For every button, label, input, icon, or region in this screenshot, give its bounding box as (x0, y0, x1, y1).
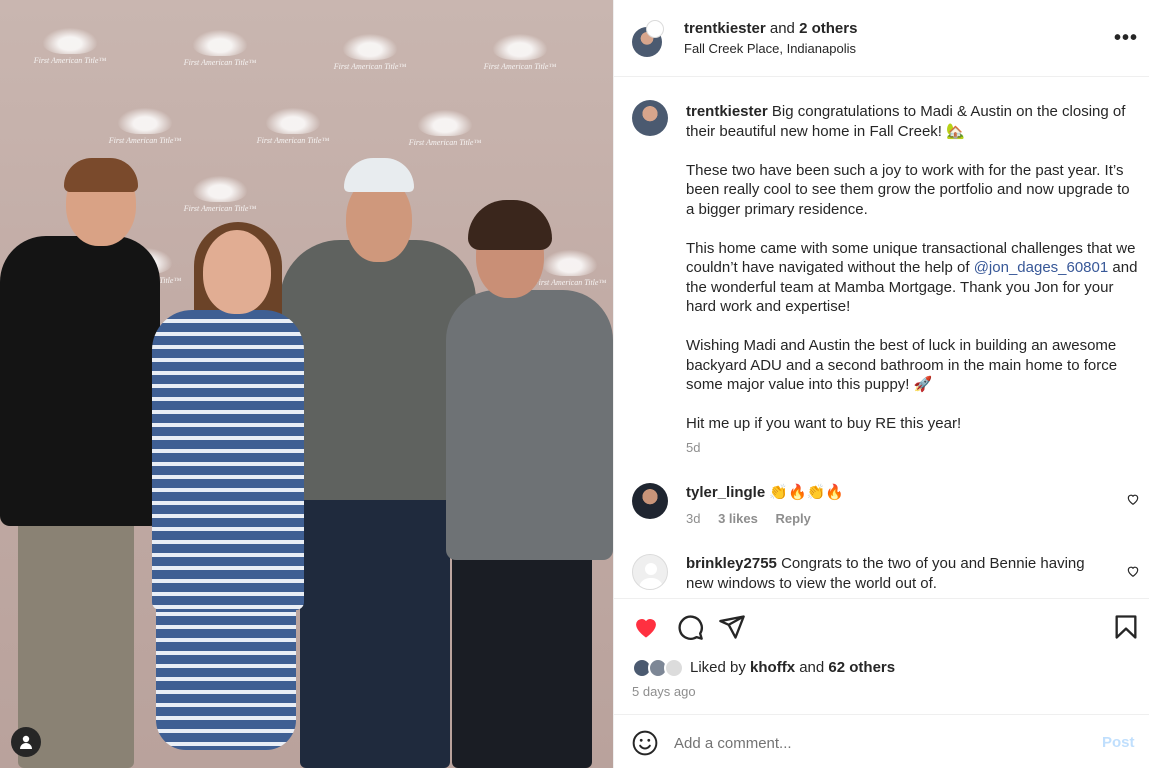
liked-by-prefix: Liked by (690, 659, 746, 676)
commenter-avatar[interactable] (632, 483, 668, 519)
caption-paragraph: Wishing Madi and Austin the best of luck… (686, 337, 1118, 393)
caption-username[interactable]: trentkiester (686, 103, 768, 120)
backdrop-logo: First American Title™ (25, 28, 115, 65)
backdrop-logo: First American Title™ (475, 34, 565, 71)
backdrop-logo: First American Title™ (175, 176, 265, 213)
location-link[interactable]: Fall Creek Place, Indianapolis (684, 41, 856, 56)
like-comment-icon[interactable] (1126, 492, 1140, 506)
post-photo[interactable]: First American Title™ First American Tit… (0, 0, 613, 768)
liker-username[interactable]: khoffx (750, 659, 795, 676)
coauthors-conjunction: and (769, 20, 795, 37)
user-tag-icon[interactable] (11, 727, 41, 757)
post-caption: trentkiester Big congratulations to Madi… (686, 102, 1140, 453)
backdrop-logo: First American Title™ (400, 110, 490, 147)
comment-meta: 3d 3 likes Reply (686, 511, 825, 526)
post-panel: trentkiester and 2 others Fall Creek Pla… (613, 0, 1149, 768)
comment-body: brinkley2755 Congrats to the two of you … (686, 554, 1106, 593)
post-actions: Liked by khoffx and 62 others 5 days ago (614, 598, 1149, 714)
comment-body: tyler_lingle 👏🔥👏🔥 (686, 483, 1106, 503)
comment-item: tyler_lingle 👏🔥👏🔥 3d 3 likes Reply (614, 480, 1149, 540)
post-date[interactable]: 5 days ago (632, 684, 696, 699)
caption-paragraph: These two have been such a joy to work w… (686, 161, 1130, 218)
liked-by-conjunction: and (799, 659, 825, 676)
comment-bar: Post (614, 714, 1149, 768)
comment-input[interactable] (674, 731, 1074, 755)
caption-paragraph: Hit me up if you want to buy RE this yea… (686, 415, 962, 432)
likes-count-link[interactable]: 62 others (828, 659, 895, 676)
commenter-username[interactable]: tyler_lingle (686, 484, 765, 501)
comment-icon[interactable] (676, 613, 704, 641)
author-username[interactable]: trentkiester (684, 20, 766, 37)
bookmark-icon[interactable] (1112, 613, 1140, 641)
backdrop-logo: First American Title™ (248, 108, 338, 145)
reply-button[interactable]: Reply (775, 511, 810, 526)
backdrop-logo: First American Title™ (325, 34, 415, 71)
post-header: trentkiester and 2 others Fall Creek Pla… (614, 0, 1149, 77)
backdrop-logo: First American Title™ (100, 108, 190, 145)
post-comment-button[interactable]: Post (1102, 734, 1135, 751)
share-icon[interactable] (718, 613, 746, 641)
like-heart-icon[interactable] (632, 613, 660, 641)
comment-likes[interactable]: 3 likes (718, 511, 758, 526)
emoji-icon[interactable] (632, 730, 658, 756)
liker-avatar[interactable] (664, 658, 684, 678)
comment-time[interactable]: 3d (686, 511, 700, 526)
comment-item: brinkley2755 Congrats to the two of you … (614, 552, 1149, 598)
backdrop-logo: First American Title™ (175, 30, 265, 67)
liked-by: Liked by khoffx and 62 others (690, 659, 895, 676)
commenter-username[interactable]: brinkley2755 (686, 555, 777, 572)
commenter-avatar[interactable] (632, 554, 668, 590)
caption-timestamp[interactable]: 5d (686, 440, 700, 455)
mention-link[interactable]: @jon_dages_60801 (974, 259, 1109, 276)
coauthors-link[interactable]: 2 others (799, 20, 857, 37)
collab-avatar[interactable] (646, 20, 664, 38)
post-authors: trentkiester and 2 others (684, 20, 857, 38)
like-comment-icon[interactable] (1126, 564, 1140, 578)
more-options-icon[interactable]: ••• (1114, 26, 1138, 50)
comment-text: 👏🔥👏🔥 (769, 484, 845, 501)
caption-author-avatar[interactable] (632, 100, 668, 136)
